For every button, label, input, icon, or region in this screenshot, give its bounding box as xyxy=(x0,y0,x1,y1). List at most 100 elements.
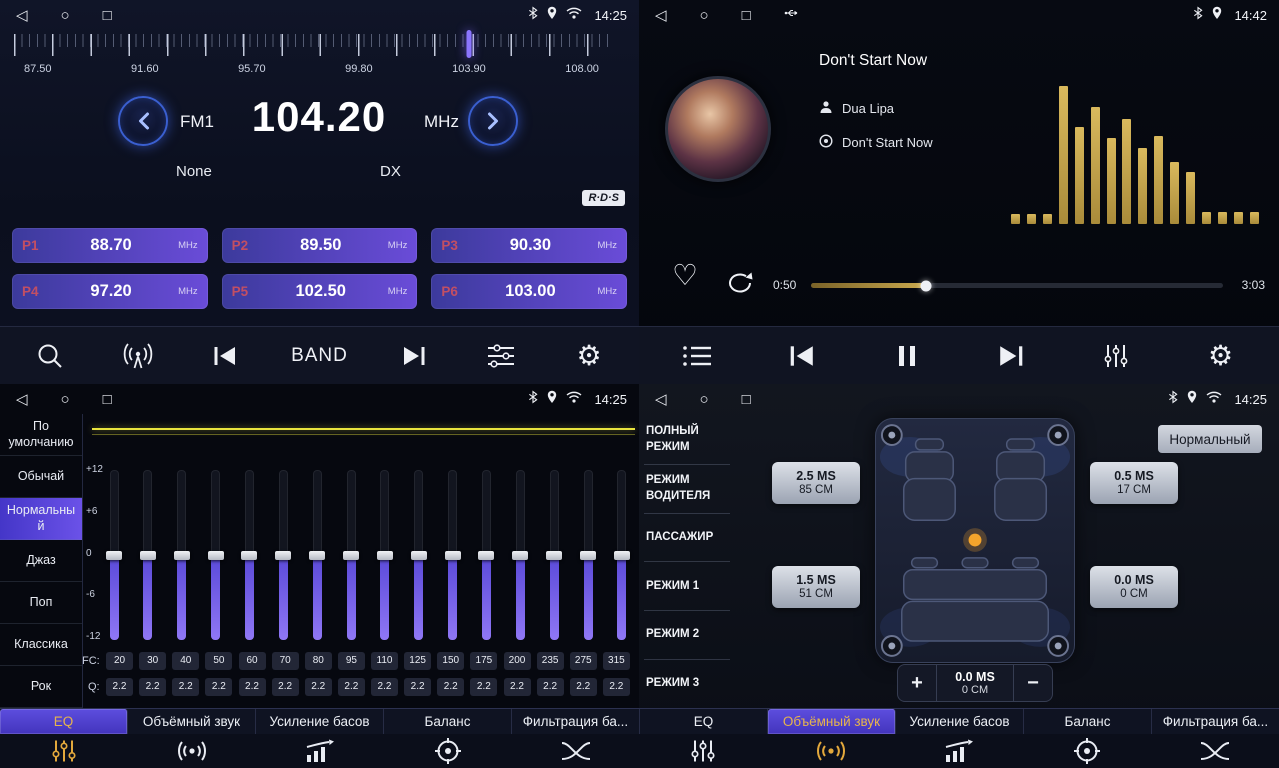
tab-filter-right[interactable]: Фильтрация ба... xyxy=(1152,709,1279,734)
audio-settings-icon[interactable] xyxy=(479,343,523,369)
seek-down-button[interactable] xyxy=(118,96,168,146)
surround-icon-right[interactable] xyxy=(767,739,895,763)
previous-track-button[interactable] xyxy=(203,345,247,367)
eq-fc-value: 50 xyxy=(205,652,232,670)
back-icon[interactable]: ◁ xyxy=(16,392,28,407)
delay-rear-right[interactable]: 0.0 MS 0 CM xyxy=(1090,566,1178,608)
eq-band-slider[interactable] xyxy=(241,470,257,640)
tab-eq-left[interactable]: EQ xyxy=(0,709,128,734)
tab-surround-right[interactable]: Объёмный звук xyxy=(768,709,896,734)
eq-band-slider[interactable] xyxy=(580,470,596,640)
bass-boost-icon-left[interactable] xyxy=(256,739,384,763)
eq-band-slider[interactable] xyxy=(377,470,393,640)
back-icon[interactable]: ◁ xyxy=(655,8,667,23)
next-track-button[interactable] xyxy=(392,345,436,367)
delay-front-right[interactable]: 0.5 MS 17 CM xyxy=(1090,462,1178,504)
eq-preset-pop[interactable]: Поп xyxy=(0,582,82,624)
delay-increase-button[interactable]: + xyxy=(898,665,936,701)
tab-eq-right[interactable]: EQ xyxy=(640,709,768,734)
settings-gear-icon[interactable]: ⚙ xyxy=(1199,342,1243,370)
filter-icon-right[interactable] xyxy=(1151,739,1279,763)
preset-frequency: 103.00 xyxy=(467,282,593,301)
settings-gear-icon[interactable]: ⚙ xyxy=(567,342,611,370)
eq-preset-rock[interactable]: Рок xyxy=(0,666,82,708)
balance-icon-right[interactable] xyxy=(1023,738,1151,764)
back-icon[interactable]: ◁ xyxy=(655,392,667,407)
playlist-icon[interactable] xyxy=(675,344,719,368)
eq-band-slider[interactable] xyxy=(208,470,224,640)
mode-2[interactable]: РЕЖИМ 2 xyxy=(644,611,730,660)
delay-decrease-button[interactable]: − xyxy=(1014,665,1052,701)
eq-band-slider[interactable] xyxy=(174,470,190,640)
eq-band-slider[interactable] xyxy=(411,470,427,640)
mode-1[interactable]: РЕЖИМ 1 xyxy=(644,562,730,611)
tab-balance-left[interactable]: Баланс xyxy=(384,709,512,734)
eq-preset-custom[interactable]: Обычай xyxy=(0,456,82,498)
frequency-ruler[interactable]: 87.50 91.60 95.70 99.80 103.90 108.00 xyxy=(14,34,609,86)
delay-ms-value: 0.0 MS xyxy=(937,670,1013,684)
eq-preset-classic[interactable]: Классика xyxy=(0,624,82,666)
bass-boost-icon-right[interactable] xyxy=(895,739,1023,763)
home-icon[interactable]: ○ xyxy=(61,392,70,407)
seek-up-button[interactable] xyxy=(468,96,518,146)
eq-preset-default[interactable]: По умолчанию xyxy=(0,414,82,456)
progress-bar[interactable] xyxy=(811,283,1223,288)
eq-band-slider[interactable] xyxy=(445,470,461,640)
home-icon[interactable]: ○ xyxy=(700,392,709,407)
eq-band-slider[interactable] xyxy=(106,470,122,640)
broadcast-icon[interactable] xyxy=(116,342,160,370)
eq-band-slider[interactable] xyxy=(512,470,528,640)
balance-icon-left[interactable] xyxy=(384,738,512,764)
eq-band-slider[interactable] xyxy=(546,470,562,640)
back-icon[interactable]: ◁ xyxy=(16,8,28,23)
delay-front-left[interactable]: 2.5 MS 85 CM xyxy=(772,462,860,504)
filter-icon-left[interactable] xyxy=(512,739,640,763)
eq-band-slider[interactable] xyxy=(478,470,494,640)
eq-band-slider[interactable] xyxy=(343,470,359,640)
eq-icon-left[interactable] xyxy=(0,739,128,763)
eq-icon-right[interactable] xyxy=(640,739,768,763)
eq-band-slider[interactable] xyxy=(275,470,291,640)
preset-button-p4[interactable]: P4 97.20 MHz xyxy=(12,274,208,309)
tab-bass-right[interactable]: Усиление басов xyxy=(896,709,1024,734)
tab-surround-left[interactable]: Объёмный звук xyxy=(128,709,256,734)
mode-full[interactable]: ПОЛНЫЙ РЕЖИМ xyxy=(644,416,730,465)
next-track-button[interactable] xyxy=(989,344,1033,368)
tab-bass-left[interactable]: Усиление басов xyxy=(256,709,384,734)
eq-band-slider[interactable] xyxy=(140,470,156,640)
delay-rear-left[interactable]: 1.5 MS 51 CM xyxy=(772,566,860,608)
recents-icon[interactable]: □ xyxy=(742,8,751,23)
search-button[interactable] xyxy=(28,341,72,371)
eq-preset-normal[interactable]: Нормальный xyxy=(0,498,82,540)
preset-button-p5[interactable]: P5 102.50 MHz xyxy=(222,274,418,309)
recents-icon[interactable]: □ xyxy=(742,392,751,407)
favorite-icon[interactable]: ♡ xyxy=(672,262,698,291)
mode-3[interactable]: РЕЖИМ 3 xyxy=(644,660,730,708)
dial-pointer[interactable] xyxy=(467,30,472,58)
equalizer-icon[interactable] xyxy=(1094,343,1138,369)
tab-balance-right[interactable]: Баланс xyxy=(1024,709,1152,734)
eq-fc-value: 30 xyxy=(139,652,166,670)
sound-profile-button[interactable]: Нормальный xyxy=(1158,425,1262,453)
home-icon[interactable]: ○ xyxy=(700,8,709,23)
preset-button-p3[interactable]: P3 90.30 MHz xyxy=(431,228,627,263)
pause-button[interactable] xyxy=(885,344,929,368)
eq-preset-jazz[interactable]: Джаз xyxy=(0,540,82,582)
eq-band-slider[interactable] xyxy=(614,470,630,640)
spectrum-bar xyxy=(1122,119,1131,224)
progress-thumb[interactable] xyxy=(921,280,932,291)
home-icon[interactable]: ○ xyxy=(61,8,70,23)
preset-button-p2[interactable]: P2 89.50 MHz xyxy=(222,228,418,263)
previous-track-button[interactable] xyxy=(780,344,824,368)
preset-button-p1[interactable]: P1 88.70 MHz xyxy=(12,228,208,263)
preset-button-p6[interactable]: P6 103.00 MHz xyxy=(431,274,627,309)
band-button[interactable]: BAND xyxy=(291,345,348,367)
tab-filter-left[interactable]: Фильтрация ба... xyxy=(512,709,640,734)
mode-driver[interactable]: РЕЖИМ ВОДИТЕЛЯ xyxy=(644,465,730,514)
recents-icon[interactable]: □ xyxy=(103,392,112,407)
repeat-icon[interactable] xyxy=(725,270,755,301)
surround-icon-left[interactable] xyxy=(128,739,256,763)
eq-band-slider[interactable] xyxy=(309,470,325,640)
mode-passenger[interactable]: ПАССАЖИР xyxy=(644,514,730,563)
recents-icon[interactable]: □ xyxy=(103,8,112,23)
